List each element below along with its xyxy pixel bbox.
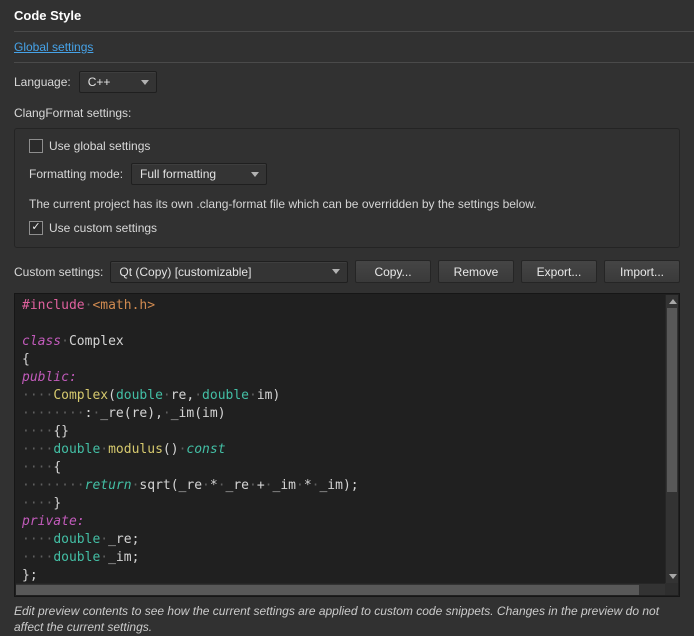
code-line: #include·<math.h> <box>22 297 665 315</box>
code-line: ····Complex(double·re,·double·im) <box>22 387 665 405</box>
chevron-down-icon <box>251 172 259 177</box>
chevron-down-icon <box>332 269 340 274</box>
code-line <box>22 315 665 333</box>
clangformat-groupbox: ✓ Use global settings Formatting mode: F… <box>14 128 680 248</box>
checkbox-box[interactable]: ✓ <box>29 221 43 235</box>
horizontal-scrollbar[interactable] <box>16 583 665 595</box>
formatting-mode-value: Full formatting <box>140 167 216 181</box>
code-line: public: <box>22 369 665 387</box>
global-settings-link[interactable]: Global settings <box>14 40 93 54</box>
export-button[interactable]: Export... <box>521 260 597 283</box>
divider <box>14 62 694 63</box>
use-custom-settings-label: Use custom settings <box>49 221 157 235</box>
language-row: Language: C++ <box>14 71 680 93</box>
language-label: Language: <box>14 75 71 89</box>
code-preview-content[interactable]: #include·<math.h> class·Complex{public:·… <box>16 295 665 583</box>
scrollbar-corner <box>665 583 678 595</box>
formatting-mode-select[interactable]: Full formatting <box>131 163 267 185</box>
scroll-up-icon[interactable] <box>666 295 679 308</box>
use-custom-settings-checkbox[interactable]: ✓ Use custom settings <box>29 221 665 235</box>
code-line: ····double·_re; <box>22 531 665 549</box>
import-button[interactable]: Import... <box>604 260 680 283</box>
code-line: { <box>22 351 665 369</box>
scroll-down-icon[interactable] <box>666 570 679 583</box>
vertical-scrollbar[interactable] <box>665 295 678 583</box>
custom-settings-row: Custom settings: Qt (Copy) [customizable… <box>14 260 680 283</box>
preview-hint-text: Edit preview contents to see how the cur… <box>14 604 680 636</box>
custom-settings-value: Qt (Copy) [customizable] <box>119 265 251 279</box>
checkbox-box[interactable]: ✓ <box>29 139 43 153</box>
code-preview-editor[interactable]: #include·<math.h> class·Complex{public:·… <box>14 293 680 597</box>
checkmark-icon: ✓ <box>31 222 40 233</box>
language-select[interactable]: C++ <box>79 71 157 93</box>
code-line: ····{} <box>22 423 665 441</box>
code-line: ········:·_re(re),·_im(im) <box>22 405 665 423</box>
use-global-settings-label: Use global settings <box>49 139 150 153</box>
remove-button[interactable]: Remove <box>438 260 514 283</box>
custom-settings-select[interactable]: Qt (Copy) [customizable] <box>110 261 348 283</box>
code-line: class·Complex <box>22 333 665 351</box>
formatting-mode-label: Formatting mode: <box>29 167 123 181</box>
code-line: ····{ <box>22 459 665 477</box>
custom-settings-label: Custom settings: <box>14 265 103 279</box>
language-select-value: C++ <box>88 75 111 89</box>
clangformat-section-label: ClangFormat settings: <box>14 106 680 120</box>
code-line: ····double·modulus()·const <box>22 441 665 459</box>
clang-format-info-text: The current project has its own .clang-f… <box>29 197 665 211</box>
divider <box>14 31 694 32</box>
copy-button[interactable]: Copy... <box>355 260 431 283</box>
code-style-panel: Code Style Global settings Language: C++… <box>0 0 694 632</box>
code-line: }; <box>22 567 665 583</box>
page-title: Code Style <box>14 8 680 23</box>
chevron-down-icon <box>141 80 149 85</box>
use-global-settings-checkbox[interactable]: ✓ Use global settings <box>29 139 665 153</box>
code-line: ····double·_im; <box>22 549 665 567</box>
code-line: ····} <box>22 495 665 513</box>
horizontal-scrollbar-thumb[interactable] <box>16 585 639 595</box>
code-line: private: <box>22 513 665 531</box>
code-line: ········return·sqrt(_re·*·_re·+·_im·*·_i… <box>22 477 665 495</box>
vertical-scrollbar-thumb[interactable] <box>667 308 677 492</box>
formatting-mode-row: Formatting mode: Full formatting <box>29 163 665 185</box>
